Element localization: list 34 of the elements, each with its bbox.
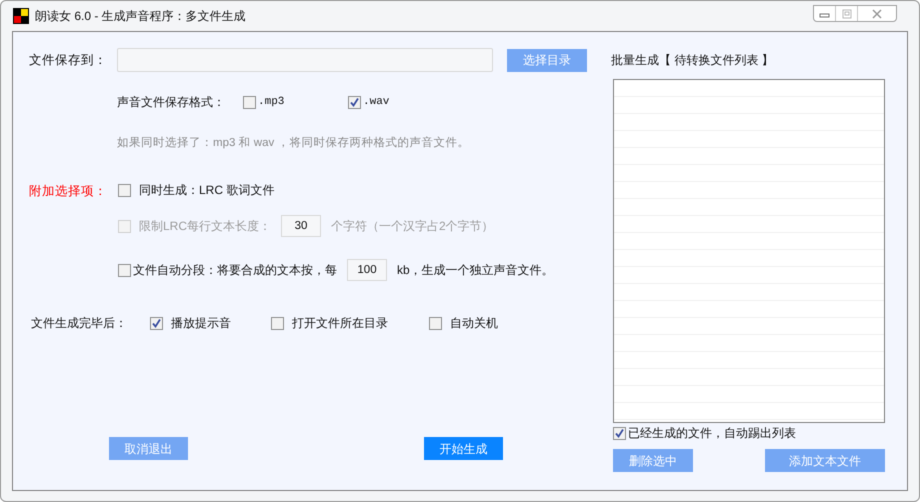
- number-input-field[interactable]: 100: [347, 259, 387, 282]
- checkbox-label: 已经生成的文件，自动踢出列表: [628, 425, 796, 442]
- checkbox[interactable]: [429, 316, 442, 330]
- checkbox-label: 播放提示音: [171, 315, 231, 332]
- path-input-field[interactable]: [117, 48, 493, 72]
- checkbox[interactable]: [271, 316, 284, 330]
- checkbox[interactable]: [118, 264, 131, 277]
- window-title: 朗读女 6.0 - 生成声音程序：多文件生成: [35, 8, 246, 25]
- checkbox-label: 自动关机: [450, 315, 498, 332]
- delete-selected-button[interactable]: 删除选中: [613, 449, 693, 472]
- checkbox[interactable]: [243, 96, 256, 108]
- select-folder-button[interactable]: 选择目录: [507, 48, 587, 72]
- option-label: 同时生成：LRC 歌词文件: [139, 182, 274, 200]
- checkbox-label: .mp3: [258, 94, 284, 110]
- checkbox[interactable]: [613, 426, 626, 440]
- option-label: 限制LRC每行文本长度：: [139, 218, 272, 236]
- panel-title: 批量生成【 待转换文件列表 】: [611, 52, 775, 67]
- option-suffix: 个字符（一个汉字占2个字节）: [331, 218, 494, 236]
- field-label: 文件保存到：: [29, 52, 108, 69]
- option-label: 文件自动分段：将要合成的文本按，每: [133, 262, 337, 280]
- checkbox[interactable]: [150, 316, 163, 330]
- cancel-button[interactable]: 取消退出: [109, 437, 188, 460]
- checkbox[interactable]: [118, 184, 131, 197]
- checkbox-label: .wav: [363, 94, 390, 110]
- checkbox[interactable]: [348, 96, 361, 108]
- hint-text: 如果同时选择了：mp3 和 wav ，将同时保存两种格式的声音文件。: [117, 135, 470, 151]
- add-text-file-button[interactable]: 添加文本文件: [765, 449, 885, 472]
- app-logo-icon: [13, 8, 29, 24]
- checkbox-label: 打开文件所在目录: [292, 315, 388, 332]
- section-label: 附加选择项：: [29, 183, 108, 198]
- option-suffix: kb，生成一个独立声音文件。: [397, 262, 554, 280]
- field-label: 文件生成完毕后：: [31, 315, 128, 332]
- start-button[interactable]: 开始生成: [424, 437, 503, 460]
- field-label: 声音文件保存格式：: [117, 94, 226, 111]
